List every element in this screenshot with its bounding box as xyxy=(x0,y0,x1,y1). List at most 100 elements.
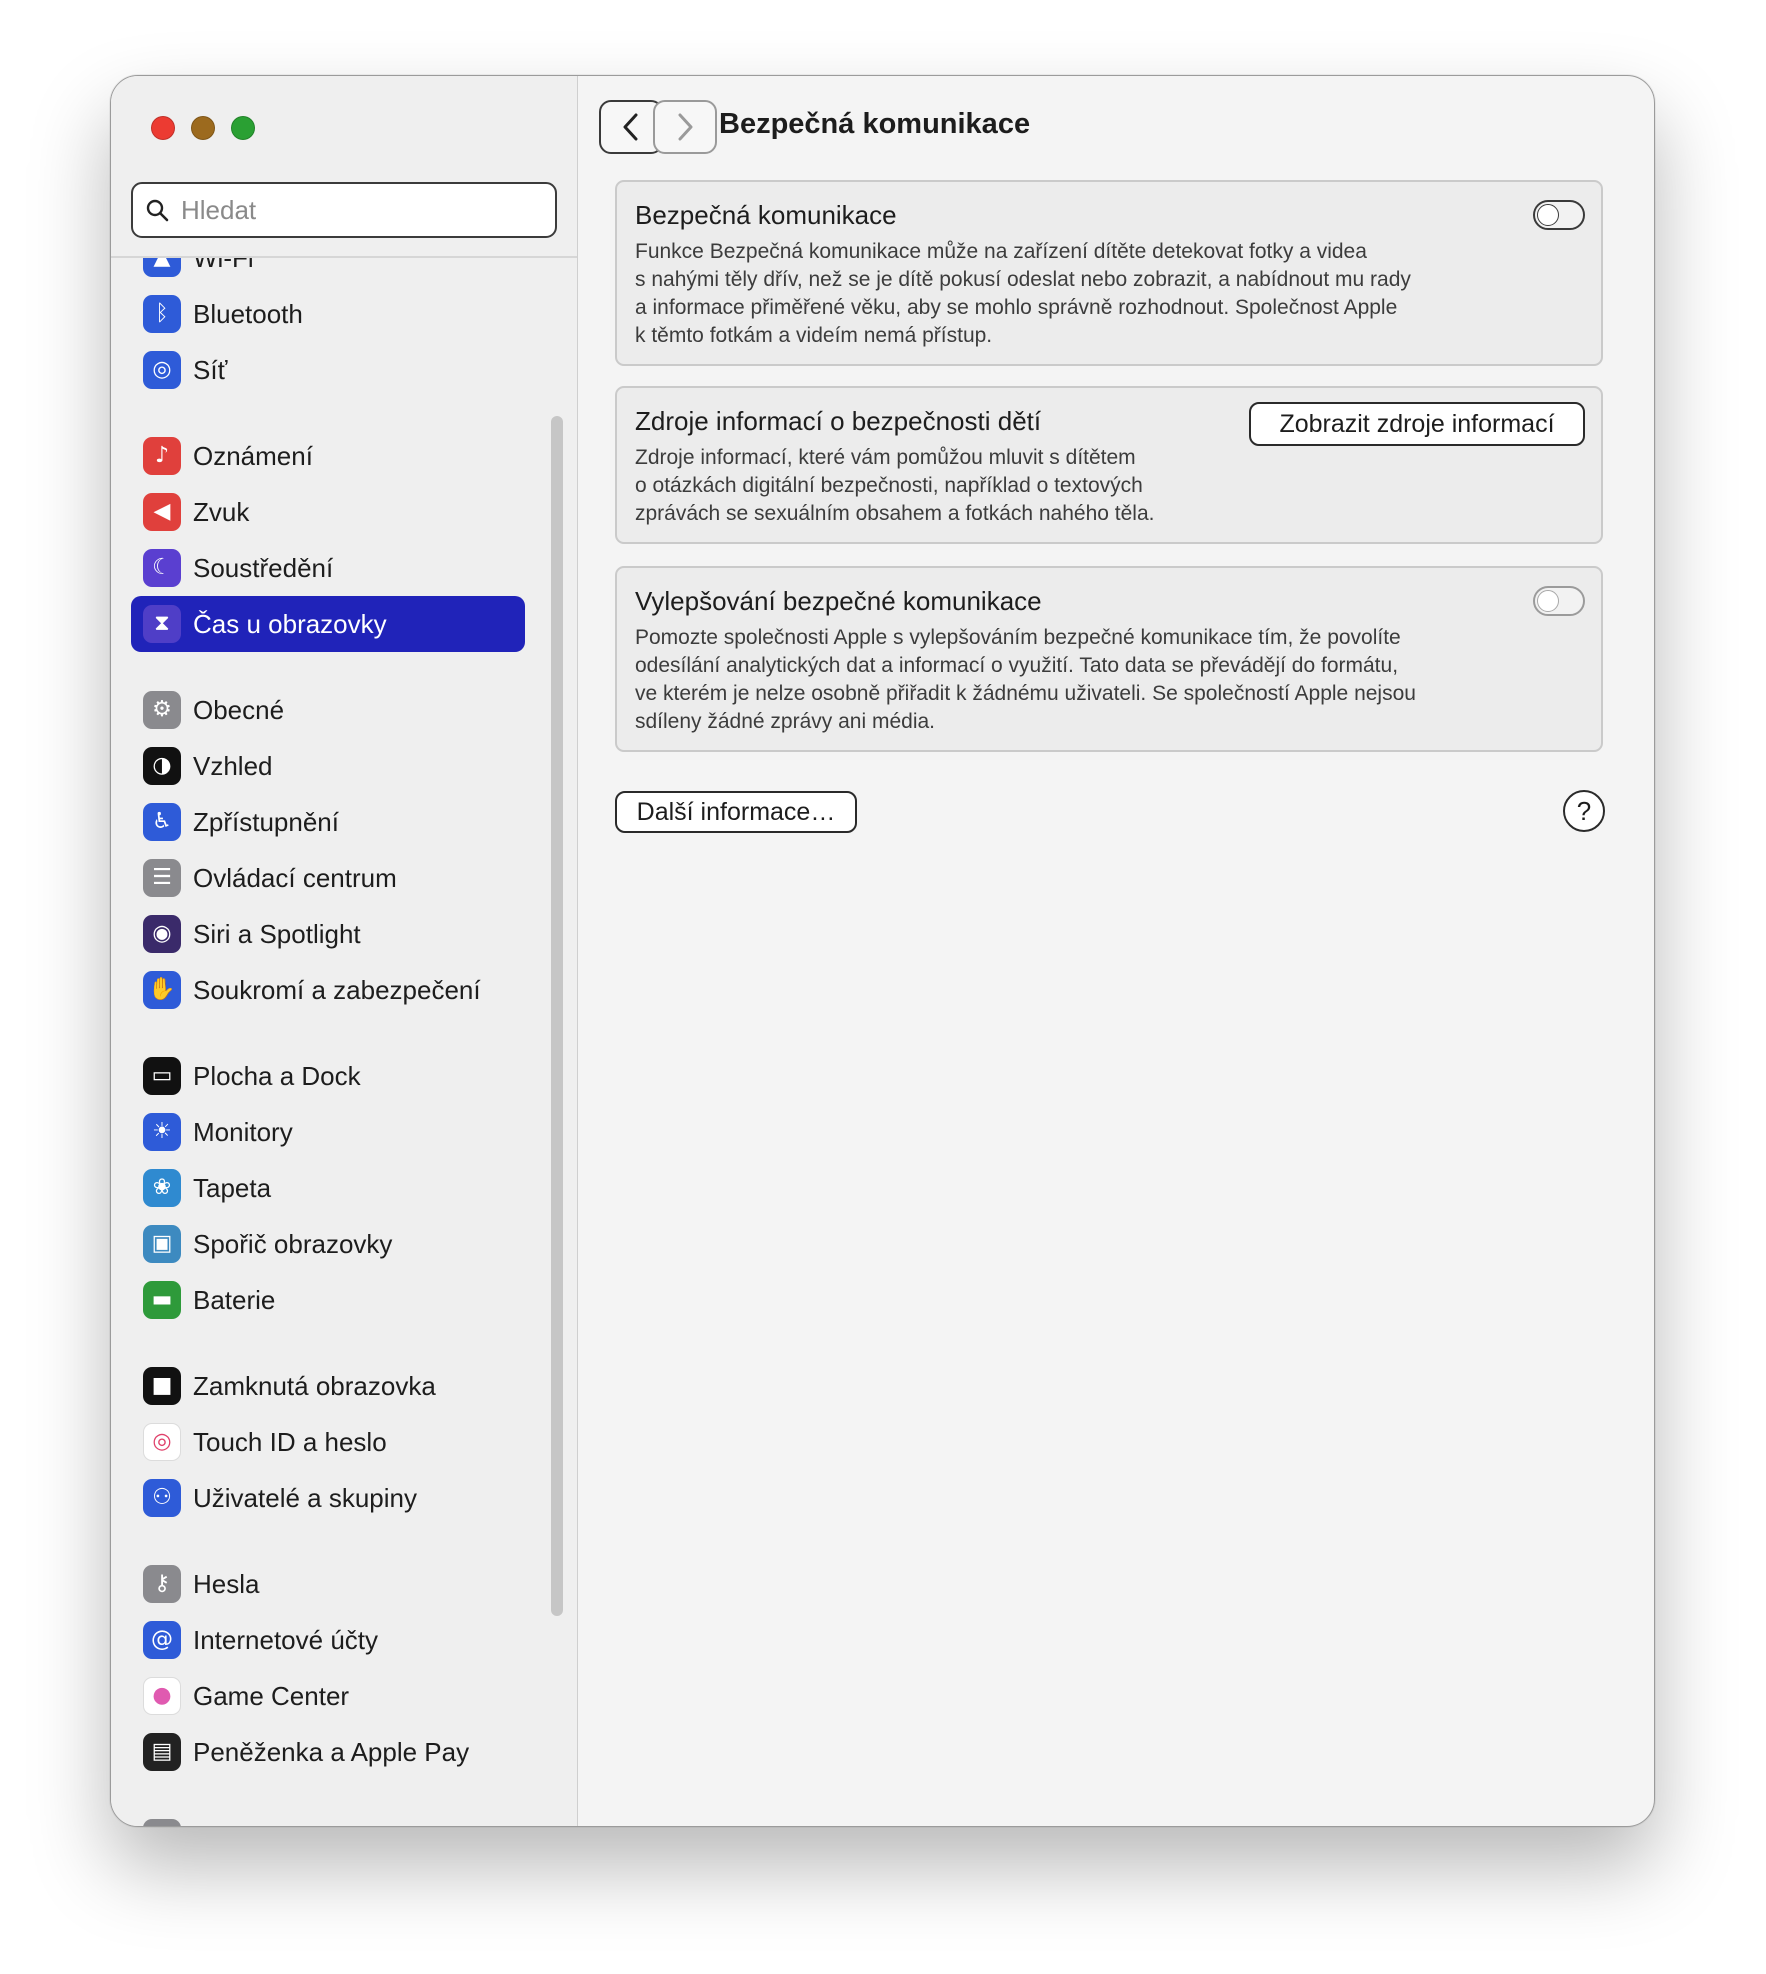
sidebar-item-label: Ovládací centrum xyxy=(193,862,397,893)
users-icon: ⚇ xyxy=(143,1479,181,1517)
sidebar-item-gear[interactable]: ⚙ Obecné xyxy=(131,682,525,738)
card-title: Bezpečná komunikace xyxy=(635,200,897,230)
sidebar-item-users[interactable]: ⚇ Uživatelé a skupiny xyxy=(131,1470,525,1526)
moon-icon: ☾ xyxy=(143,549,181,587)
description-line: o otázkách digitální bezpečnosti, napřík… xyxy=(635,474,1143,497)
sidebar-item-label: Plocha a Dock xyxy=(193,1060,361,1091)
sidebar-item-flower[interactable]: ❀ Tapeta xyxy=(131,1160,525,1216)
sidebar-item-globe[interactable]: ◎ Síť xyxy=(131,342,525,398)
content-pane: Bezpečná komunikace Bezpečná komunikace … xyxy=(579,76,1654,1826)
chevron-left-icon xyxy=(623,113,638,141)
sidebar-item-label: Zpřístupnění xyxy=(193,806,339,837)
sidebar-item-key[interactable]: ⚷ Hesla xyxy=(131,1556,525,1612)
hourglass-icon: ⧗ xyxy=(143,605,181,643)
sidebar-item-bell[interactable]: ♪ Oznámení xyxy=(131,428,525,484)
fingerprint-icon: ◎ xyxy=(143,1423,181,1461)
description-line: a informace přiměřené věku, aby se mohlo… xyxy=(635,296,1398,319)
sidebar-item-label: Siri a Spotlight xyxy=(193,918,361,949)
help-button[interactable]: ? xyxy=(1563,790,1605,832)
lock-icon: ■ xyxy=(143,1367,181,1405)
sidebar-item-label: Monitory xyxy=(193,1116,293,1147)
toggle-knob xyxy=(1537,204,1559,226)
sidebar-item-sun[interactable]: ☀ Monitory xyxy=(131,1104,525,1160)
sidebar-item-speaker[interactable]: ◀ Zvuk xyxy=(131,484,525,540)
sidebar-list[interactable]: ▲ Wi-Fi ᛒ Bluetooth ◎ Síť ♪ Oznámení ◀ Zvuk ☾ Soust… xyxy=(111,258,577,1826)
search-field[interactable] xyxy=(131,182,557,238)
search-input[interactable] xyxy=(179,193,543,227)
zoom-window-button[interactable] xyxy=(231,116,255,140)
sidebar-item-hand[interactable]: ✋ Soukromí a zabezpečení xyxy=(131,962,525,1018)
accessibility-icon: ♿ xyxy=(143,803,181,841)
control-center-icon: ☰ xyxy=(143,859,181,897)
sidebar-item-bluetooth[interactable]: ᛒ Bluetooth xyxy=(131,286,525,342)
close-window-button[interactable] xyxy=(151,116,175,140)
sidebar-item-label: Hesla xyxy=(193,1568,260,1599)
sidebar-item-wifi[interactable]: ▲ Wi-Fi xyxy=(131,258,525,286)
sidebar: ▲ Wi-Fi ᛒ Bluetooth ◎ Síť ♪ Oznámení ◀ Zvuk ☾ Soust… xyxy=(111,76,578,1826)
forward-button[interactable] xyxy=(653,100,717,154)
safe-communication-toggle[interactable] xyxy=(1533,200,1585,230)
sidebar-item-label: Vzhled xyxy=(193,750,273,781)
bluetooth-icon: ᛒ xyxy=(143,295,181,333)
siri-icon: ◉ xyxy=(143,915,181,953)
sidebar-item-control-center[interactable]: ☰ Ovládací centrum xyxy=(131,850,525,906)
gear-icon: ⚙ xyxy=(143,691,181,729)
sidebar-item-at[interactable]: @ Internetové účty xyxy=(131,1612,525,1668)
improve-safe-communication-toggle[interactable] xyxy=(1533,586,1585,616)
sidebar-item-accessibility[interactable]: ♿ Zpřístupnění xyxy=(131,794,525,850)
sidebar-item-fingerprint[interactable]: ◎ Touch ID a heslo xyxy=(131,1414,525,1470)
improve-safe-communication-card: Vylepšování bezpečné komunikace Pomozte … xyxy=(615,566,1603,752)
battery-icon: ▬ xyxy=(143,1281,181,1319)
screensaver-icon: ▣ xyxy=(143,1225,181,1263)
sidebar-item-screensaver[interactable]: ▣ Spořič obrazovky xyxy=(131,1216,525,1272)
description-line: zprávách se sexuálním obsahem a fotkách … xyxy=(635,502,1155,525)
description-line: sdíleny žádné zprávy ani média. xyxy=(635,710,935,733)
card-title: Vylepšování bezpečné komunikace xyxy=(635,586,1042,616)
search-icon xyxy=(146,199,169,222)
page-title: Bezpečná komunikace xyxy=(719,108,1031,140)
sidebar-item-label: Čas u obrazovky xyxy=(193,608,387,639)
sidebar-item-hourglass[interactable]: ⧗ Čas u obrazovky xyxy=(131,596,525,652)
description-line: Zdroje informací, které vám pomůžou mluv… xyxy=(635,446,1136,469)
sidebar-item-label: Uživatelé a skupiny xyxy=(193,1482,417,1513)
sidebar-item-wallet[interactable]: ▤ Peněženka a Apple Pay xyxy=(131,1724,525,1780)
wifi-icon: ▲ xyxy=(143,258,181,277)
sidebar-item-siri[interactable]: ◉ Siri a Spotlight xyxy=(131,906,525,962)
show-resources-button[interactable]: Zobrazit zdroje informací xyxy=(1249,402,1585,446)
sidebar-item-game-center[interactable]: ● Game Center xyxy=(131,1668,525,1724)
sidebar-item-label: Zamknutá obrazovka xyxy=(193,1370,436,1401)
sidebar-item-moon[interactable]: ☾ Soustředění xyxy=(131,540,525,596)
keyboard-icon: ⌨ xyxy=(143,1819,181,1826)
sidebar-item-label: Baterie xyxy=(193,1284,276,1315)
sidebar-item-label: Internetové účty xyxy=(193,1624,378,1655)
card-description: Zdroje informací, které vám pomůžou mluv… xyxy=(635,444,1154,528)
description-line: s nahými těly dřív, než se je dítě pokus… xyxy=(635,268,1411,291)
sidebar-scrollbar[interactable] xyxy=(551,416,563,1616)
game-center-icon: ● xyxy=(143,1677,181,1715)
dock-icon: ▭ xyxy=(143,1057,181,1095)
sidebar-item-label: Soukromí a zabezpečení xyxy=(193,974,481,1005)
minimize-window-button[interactable] xyxy=(191,116,215,140)
toggle-knob xyxy=(1537,590,1559,612)
sidebar-item-dock[interactable]: ▭ Plocha a Dock xyxy=(131,1048,525,1104)
key-icon: ⚷ xyxy=(143,1565,181,1603)
hand-icon: ✋ xyxy=(143,971,181,1009)
more-info-button[interactable]: Další informace… xyxy=(615,791,857,833)
child-safety-resources-card: Zdroje informací o bezpečnosti dětí Zdro… xyxy=(615,386,1603,544)
flower-icon: ❀ xyxy=(143,1169,181,1207)
sidebar-item-keyboard[interactable]: ⌨ Klávesnice xyxy=(131,1810,525,1826)
safe-communication-card: Bezpečná komunikace Funkce Bezpečná komu… xyxy=(615,180,1603,366)
globe-icon: ◎ xyxy=(143,351,181,389)
description-line: Funkce Bezpečná komunikace může na zaříz… xyxy=(635,240,1367,263)
appearance-icon: ◑ xyxy=(143,747,181,785)
sidebar-item-appearance[interactable]: ◑ Vzhled xyxy=(131,738,525,794)
chevron-right-icon xyxy=(678,113,693,141)
sidebar-item-label: Oznámení xyxy=(193,440,313,471)
card-description: Funkce Bezpečná komunikace může na zaříz… xyxy=(635,238,1411,350)
wallet-icon: ▤ xyxy=(143,1733,181,1771)
sidebar-item-label: Síť xyxy=(193,354,228,385)
settings-window: ▲ Wi-Fi ᛒ Bluetooth ◎ Síť ♪ Oznámení ◀ Zvuk ☾ Soust… xyxy=(110,75,1655,1827)
sidebar-item-label: Game Center xyxy=(193,1680,350,1711)
sidebar-item-lock[interactable]: ■ Zamknutá obrazovka xyxy=(131,1358,525,1414)
sidebar-item-battery[interactable]: ▬ Baterie xyxy=(131,1272,525,1328)
